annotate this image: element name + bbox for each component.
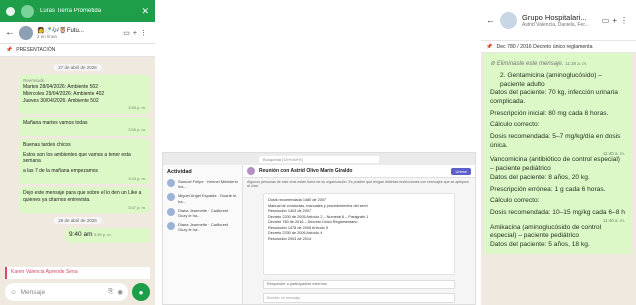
title-bar: Búsqueda (Ctrl+Alt+E) <box>163 153 475 165</box>
chat-header: Reunión con Astrid Olivo Marín Giraldo U… <box>243 165 475 178</box>
pin-icon: 📌 <box>486 43 493 50</box>
chat-title[interactable]: Grupo Hospitalari... Astrid Valencia, Da… <box>522 13 597 28</box>
message-line: Prescripción errónea: 1 g cada 6 horas. <box>490 185 606 193</box>
message-time: 3:43 p. m. <box>128 175 146 181</box>
chat-main: Reunión con Astrid Olivo Marín Giraldo U… <box>243 165 475 304</box>
message-list: 27 de abril de 2026 Reenviado Martes 28/… <box>0 57 155 249</box>
video-call-icon[interactable]: ▭+⋮ <box>602 16 631 25</box>
pinned-message-bar[interactable]: 📌 PRESENTACIÓN <box>0 44 155 57</box>
message-text: 9:40 am <box>69 231 93 239</box>
pinned-label: PRESENTACIÓN <box>16 47 56 53</box>
message-line: Datos del paciente: 5 años, 18 kg. <box>490 241 590 249</box>
chat-subtitle: Astrid Valencia, Daniela, Fer... <box>522 21 589 28</box>
pin-icon: 📌 <box>6 47 13 53</box>
composer-row: ☺ Mensaje ⎘ ◉ ● <box>0 279 155 305</box>
message-text: Buenas tardes chicos <box>23 141 71 148</box>
activity-item[interactable]: Miguel Angel Espalda · Duarte le ha... <box>167 193 238 204</box>
message-line: Vancomicina (antibiótico de control espe… <box>490 156 620 173</box>
message-bubble[interactable]: Reenviado Martes 28/04/2026: Ambiente 50… <box>19 75 150 114</box>
message-time: 3:39 p. m. <box>93 232 112 238</box>
chat-subtitle: 2 en línea <box>37 33 57 39</box>
message-line: Resolución 2003 de 2014 <box>268 236 312 241</box>
pinned-text: Dec 780 / 2016 Decreto único reglamenta <box>496 43 593 50</box>
activity-text: Diana Jeannette · Cadfurest Guzy le ha..… <box>178 222 229 233</box>
activity-text: Miguel Angel Espalda · Duarte le ha... <box>178 193 237 204</box>
incoming-call-banner[interactable]: Luras Tierra Prometida ✕ <box>0 0 155 22</box>
reply-external-label[interactable]: Responder a participantes externos <box>263 280 455 289</box>
chat-title[interactable]: Reunión con Astrid Olivo Marín Giraldo <box>259 168 352 174</box>
activity-item[interactable]: Diana Jeannette · Cadfurest Guzy le ha..… <box>167 222 238 232</box>
message-time: 11:38 a. m. <box>565 61 588 66</box>
activity-text: Diana Jeannette · Cadfurest Guzy le ha..… <box>178 207 229 218</box>
status-icon <box>6 6 15 16</box>
avatar <box>167 222 175 231</box>
chat-title[interactable]: 👩🍼🎶🦉Futu... 2 en línea <box>37 27 119 39</box>
join-button[interactable]: Unirse <box>451 167 471 175</box>
sidebar-title: Actividad <box>167 169 192 175</box>
chat-title-text: 👩🍼🎶🦉Futu... <box>37 27 84 34</box>
teams-window: Búsqueda (Ctrl+Alt+E) Actividad Samuel F… <box>162 152 476 305</box>
external-notice: Algunos personas de este chat están fuer… <box>247 180 469 188</box>
reply-preview[interactable]: Karen Valencia Aprende Sena <box>5 267 150 279</box>
camera-icon[interactable]: ◉ <box>117 288 123 296</box>
attach-icon[interactable]: ⎘ <box>108 288 113 296</box>
message-bubble[interactable]: Buenas tardes chicos Estos son los ambie… <box>19 138 150 185</box>
message-input[interactable]: ☺ Mensaje ⎘ ◉ <box>5 283 128 301</box>
message-time: 3:47 p. m. <box>128 204 146 210</box>
compose-input[interactable]: Escribe un mensaje <box>263 293 455 303</box>
emoji-icon[interactable]: ☺ <box>10 289 17 296</box>
deleted-message: ⊘ Eliminaste este mensaje. 11:38 a. m. <box>490 61 588 67</box>
avatar <box>167 179 175 187</box>
message-line: Cálculo correcto: <box>490 197 540 205</box>
activity-item[interactable]: Diana Jeannette · Cadfurest Guzy le ha..… <box>167 207 238 218</box>
back-arrow-icon[interactable]: ← <box>486 15 495 25</box>
avatar <box>167 193 175 202</box>
chat-header: ← 👩🍼🎶🦉Futu... 2 en línea ▭+⋮ <box>0 22 155 44</box>
whatsapp-chat-left: Luras Tierra Prometida ✕ ← 👩🍼🎶🦉Futu... 2… <box>0 0 155 305</box>
group-avatar[interactable] <box>19 25 33 40</box>
message-text: Estos son los ambientes que vamos a tene… <box>23 151 131 165</box>
banner-text: Luras Tierra Prometida <box>40 8 102 14</box>
date-chip: 28 de abril de 2026 <box>53 217 102 225</box>
message-line: Cálculo correcto: <box>490 121 540 129</box>
message-text: Dejo este mensaje para que sobre el lo d… <box>23 190 142 203</box>
message-bubble[interactable]: ⊘ Eliminaste este mensaje. 11:38 a. m. 2… <box>484 53 631 254</box>
message-bubble[interactable]: 9:40 am 3:39 p. m. <box>65 228 150 243</box>
message-input-placeholder: Mensaje <box>20 288 46 296</box>
message-line: Datos del paciente: 8 años, 20 kg. <box>490 173 590 181</box>
message-line: Prescripción inicial: 80 mg cada 8 horas… <box>490 109 609 117</box>
date-chip: 27 de abril de 2026 <box>53 64 102 71</box>
chat-header: ← Grupo Hospitalari... Astrid Valencia, … <box>481 0 636 40</box>
deleted-text: Eliminaste este mensaje. <box>496 61 564 67</box>
message-time: 3:50 p. m. <box>128 105 146 111</box>
activity-item[interactable]: Samuel Felipe · Kennel Ministerio Ins... <box>167 179 238 189</box>
video-call-icon[interactable]: ▭+⋮ <box>123 29 150 37</box>
mic-button[interactable]: ● <box>132 283 150 301</box>
pinned-message-bar[interactable]: 📌 Dec 780 / 2016 Decreto único reglament… <box>481 40 636 53</box>
message-text: a las 7 de la mañana empezamos <box>23 168 99 175</box>
close-icon[interactable]: ✕ <box>141 6 149 17</box>
message-line: Dosis recomendada: 5–7 mg/kg/día en dosi… <box>490 133 621 149</box>
message-text: Mañana martes vamos todas <box>23 119 88 126</box>
group-avatar[interactable] <box>500 11 517 29</box>
avatar <box>247 167 255 175</box>
message-line: Dosis recomendada: 10–15 mg/kg cada 6–8 … <box>490 208 625 216</box>
message-line: Amikacina (aminoglucósido de control esp… <box>490 223 602 240</box>
whatsapp-group-right: ← Grupo Hospitalari... Astrid Valencia, … <box>481 0 636 305</box>
message-line: Datos del paciente: 70 kg, infección uri… <box>490 89 618 106</box>
message-bubble[interactable]: Dejo este mensaje para que sobre el lo d… <box>19 187 150 214</box>
message-text: Martes 28/04/2026: Ambiente 502 Miércole… <box>23 84 105 104</box>
activity-sidebar: Actividad Samuel Felipe · Kennel Ministe… <box>163 165 243 304</box>
message-bubble[interactable]: Mañana martes vamos todas 3:50 p. m. <box>19 116 150 136</box>
activity-text: Samuel Felipe · Kennel Ministerio Ins... <box>178 179 238 190</box>
avatar <box>167 207 175 216</box>
search-input[interactable]: Búsqueda (Ctrl+Alt+E) <box>259 155 379 163</box>
chat-title-text: Grupo Hospitalari... <box>522 12 587 22</box>
back-arrow-icon[interactable]: ← <box>5 27 15 38</box>
message-card[interactable]: Dosis recomendada 1480 de 2007 Manual de… <box>263 193 455 275</box>
message-time: 3:50 p. m. <box>128 127 146 133</box>
message-line: 2. Gentamicina (aminoglucósido) – pacien… <box>500 71 602 88</box>
avatar <box>21 4 34 18</box>
